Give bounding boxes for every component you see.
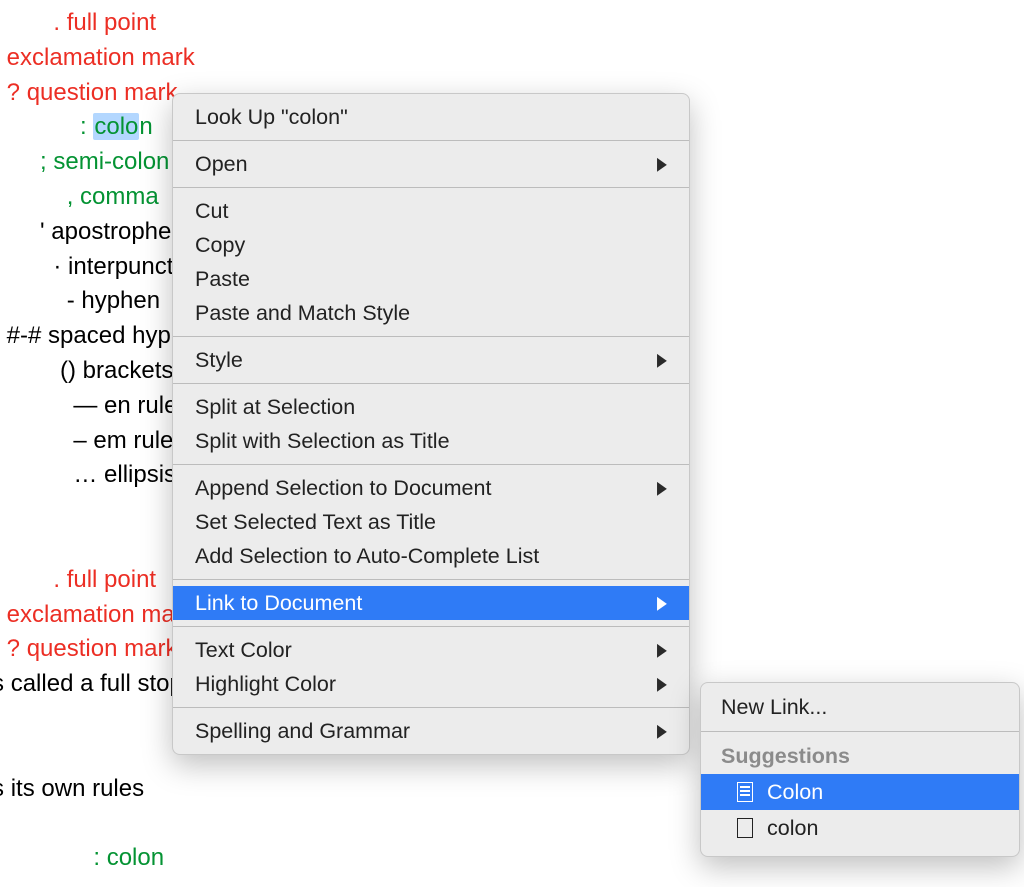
suggestion-label: colon — [767, 816, 999, 841]
menu-label: Copy — [195, 233, 667, 258]
menu-separator — [173, 626, 689, 627]
menu-label: Look Up "colon" — [195, 105, 667, 130]
menu-paste-match-style[interactable]: Paste and Match Style — [173, 296, 689, 330]
context-menu: Look Up "colon" Open ▶ Cut Copy Paste Pa… — [172, 93, 690, 755]
suggestion-label: Colon — [767, 780, 999, 805]
menu-label: Paste — [195, 267, 667, 292]
menu-label: Text Color — [195, 638, 657, 663]
submenu-arrow-icon: ▶ — [657, 592, 667, 614]
menu-split-at-selection[interactable]: Split at Selection — [173, 390, 689, 424]
menu-separator — [173, 464, 689, 465]
menu-label: Add Selection to Auto-Complete List — [195, 544, 667, 569]
menu-separator — [173, 336, 689, 337]
menu-label: Cut — [195, 199, 667, 224]
submenu-label: New Link... — [721, 695, 999, 720]
menu-label: Split at Selection — [195, 395, 667, 420]
menu-split-with-title[interactable]: Split with Selection as Title — [173, 424, 689, 458]
menu-spelling-grammar[interactable]: Spelling and Grammar ▶ — [173, 714, 689, 748]
menu-highlight-color[interactable]: Highlight Color ▶ — [173, 667, 689, 701]
menu-label: Open — [195, 152, 657, 177]
menu-copy[interactable]: Copy — [173, 228, 689, 262]
submenu-arrow-icon: ▶ — [657, 349, 667, 371]
document-icon — [737, 782, 753, 802]
menu-separator — [173, 383, 689, 384]
menu-separator — [173, 707, 689, 708]
submenu-arrow-icon: ▶ — [657, 673, 667, 695]
submenu-new-link[interactable]: New Link... — [701, 689, 1019, 725]
menu-style[interactable]: Style ▶ — [173, 343, 689, 377]
menu-label: Append Selection to Document — [195, 476, 657, 501]
menu-separator — [173, 140, 689, 141]
menu-label: Set Selected Text as Title — [195, 510, 667, 535]
text-selection: colo — [93, 113, 139, 140]
menu-label: Paste and Match Style — [195, 301, 667, 326]
menu-label: Split with Selection as Title — [195, 429, 667, 454]
menu-separator — [701, 731, 1019, 732]
menu-label: Highlight Color — [195, 672, 657, 697]
menu-open[interactable]: Open ▶ — [173, 147, 689, 181]
menu-set-title[interactable]: Set Selected Text as Title — [173, 505, 689, 539]
text-line: ! exclamation mark — [0, 41, 1024, 76]
submenu-arrow-icon: ▶ — [657, 639, 667, 661]
submenu-suggestion[interactable]: Colon — [701, 774, 1019, 810]
menu-append-selection[interactable]: Append Selection to Document ▶ — [173, 471, 689, 505]
menu-add-autocomplete[interactable]: Add Selection to Auto-Complete List — [173, 539, 689, 573]
text-line: . full point — [0, 6, 1024, 41]
menu-link-to-document[interactable]: Link to Document ▶ — [173, 586, 689, 620]
submenu-header-label: Suggestions — [721, 744, 850, 769]
submenu-suggestion[interactable]: colon — [701, 810, 1019, 846]
menu-separator — [173, 579, 689, 580]
menu-label: Style — [195, 348, 657, 373]
menu-paste[interactable]: Paste — [173, 262, 689, 296]
menu-separator — [173, 187, 689, 188]
menu-label: Link to Document — [195, 591, 657, 616]
menu-text-color[interactable]: Text Color ▶ — [173, 633, 689, 667]
submenu-suggestions-header: Suggestions — [701, 738, 1019, 774]
link-to-document-submenu: New Link... Suggestions Colon colon — [700, 682, 1020, 857]
submenu-arrow-icon: ▶ — [657, 477, 667, 499]
menu-label: Spelling and Grammar — [195, 719, 657, 744]
submenu-arrow-icon: ▶ — [657, 153, 667, 175]
submenu-arrow-icon: ▶ — [657, 720, 667, 742]
menu-cut[interactable]: Cut — [173, 194, 689, 228]
document-icon — [737, 818, 753, 838]
menu-look-up[interactable]: Look Up "colon" — [173, 100, 689, 134]
